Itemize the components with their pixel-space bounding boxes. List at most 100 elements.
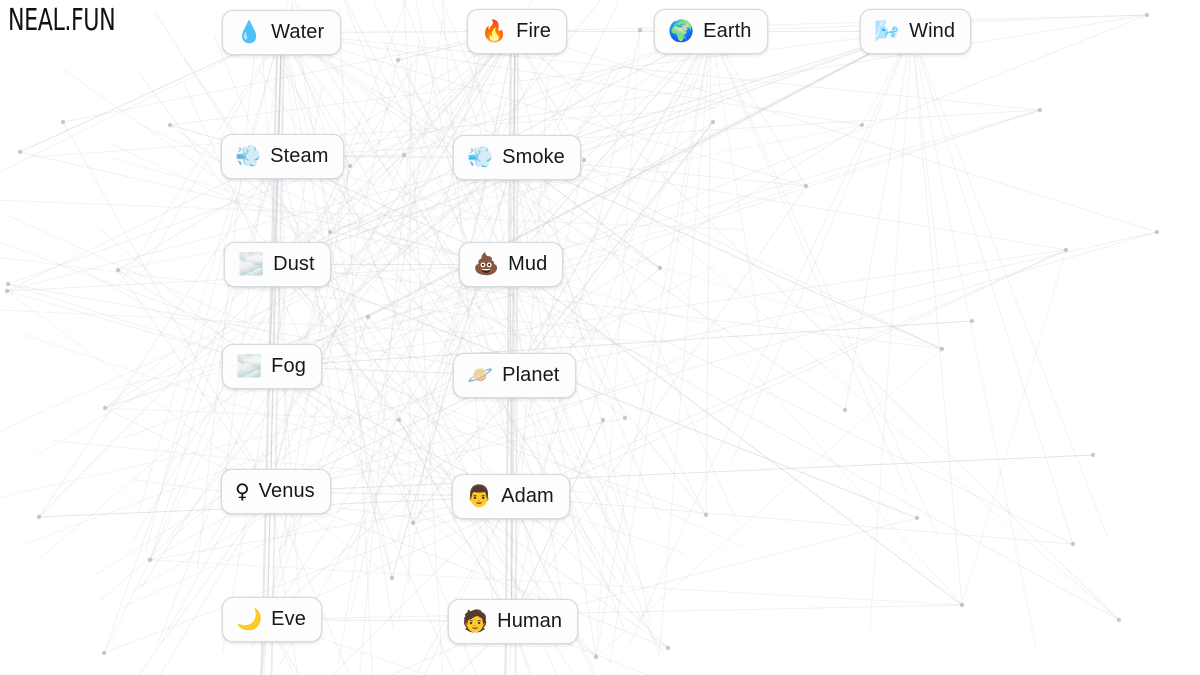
wind-face-icon: 🌬️ — [874, 19, 901, 43]
fog-dust-icon: 🌫️ — [238, 252, 265, 276]
graph-hub-dot — [60, 119, 66, 125]
infinite-craft-canvas[interactable]: NEAL.FUN 💧 Water 🔥 Fire 🌍 Earth 🌬️ Wind 💨 Steam 💨 S… — [0, 0, 1200, 675]
element-card-water[interactable]: 💧 Water — [222, 10, 341, 55]
element-label: Smoke — [502, 146, 565, 168]
element-label: Fire — [516, 20, 551, 42]
graph-hub-dot — [396, 417, 402, 423]
crescent-moon-icon: 🌙 — [236, 607, 263, 631]
element-card-adam[interactable]: 👨 Adam — [452, 474, 570, 519]
element-label: Planet — [502, 364, 560, 386]
fog-icon: 🌫️ — [236, 354, 263, 378]
graph-hub-dot — [5, 281, 11, 287]
graph-hub-dot — [1090, 452, 1096, 458]
graph-hub-dot — [401, 152, 407, 158]
element-label: Steam — [270, 145, 329, 167]
graph-hub-dot — [167, 122, 173, 128]
graph-hub-dot — [657, 265, 663, 271]
connection-line — [397, 31, 516, 625]
droplet-icon: 💧 — [236, 20, 263, 44]
graph-hub-dot — [710, 119, 716, 125]
element-card-steam[interactable]: 💨 Steam — [221, 134, 345, 179]
connection-graph — [0, 0, 1160, 675]
man-icon: 👨 — [466, 484, 493, 508]
element-card-wind[interactable]: 🌬️ Wind — [860, 9, 972, 54]
element-label: Eve — [271, 608, 306, 630]
graph-hub-dot — [703, 512, 709, 518]
graph-hub-dot — [959, 602, 965, 608]
hub-dot-layer — [4, 12, 1160, 660]
graph-hub-dot — [1070, 541, 1076, 547]
element-card-human[interactable]: 🧑 Human — [448, 599, 579, 644]
connection-line — [911, 31, 940, 276]
graph-hub-dot — [1116, 617, 1122, 623]
graph-hub-dot — [17, 149, 23, 155]
connection-line — [0, 199, 744, 230]
graph-hub-dot — [395, 57, 401, 63]
connection-line — [514, 14, 1148, 32]
element-card-venus[interactable]: ♀ Venus — [221, 469, 331, 514]
element-card-earth[interactable]: 🌍 Earth — [654, 9, 768, 54]
connection-line — [281, 32, 943, 350]
graph-hub-dot — [147, 557, 153, 563]
element-card-planet[interactable]: 🪐 Planet — [453, 353, 576, 398]
graph-hub-dot — [842, 407, 848, 413]
connection-line — [705, 31, 712, 516]
fire-icon: 🔥 — [481, 19, 508, 43]
connection-line — [710, 31, 762, 338]
graph-hub-dot — [593, 654, 599, 660]
element-label: Human — [497, 610, 563, 632]
graph-hub-dot — [637, 27, 643, 33]
graph-hub-dot — [389, 575, 395, 581]
graph-hub-dot — [1037, 107, 1043, 113]
graph-hub-dot — [1154, 229, 1160, 235]
venus-symbol-icon: ♀ — [235, 479, 250, 503]
graph-hub-dot — [622, 415, 628, 421]
element-card-eve[interactable]: 🌙 Eve — [222, 597, 322, 642]
graph-hub-dot — [1144, 12, 1150, 18]
graph-hub-dot — [665, 645, 671, 651]
element-card-mud[interactable]: 💩 Mud — [459, 242, 564, 287]
edge-layer — [0, 0, 1158, 675]
dash-smoke-icon: 💨 — [467, 145, 494, 169]
element-label: Fog — [271, 355, 306, 377]
connection-line — [844, 31, 913, 411]
connection-line — [138, 491, 271, 675]
element-card-dust[interactable]: 🌫️ Dust — [224, 242, 331, 287]
pile-of-poo-icon: 💩 — [473, 252, 500, 276]
connection-line — [103, 156, 279, 654]
graph-hub-dot — [365, 314, 371, 320]
element-card-fire[interactable]: 🔥 Fire — [467, 9, 567, 54]
connection-line — [595, 29, 641, 658]
dash-steam-icon: 💨 — [235, 144, 262, 168]
connection-line — [911, 31, 1037, 650]
element-card-fog[interactable]: 🌫️ Fog — [222, 344, 322, 389]
graph-hub-dot — [581, 157, 587, 163]
connection-line — [267, 267, 661, 620]
connection-line — [22, 333, 685, 554]
graph-hub-dot — [969, 318, 975, 324]
neal-fun-logo[interactable]: NEAL.FUN — [8, 6, 116, 36]
connection-line — [710, 31, 939, 536]
element-label: Venus — [258, 480, 315, 502]
graph-hub-dot — [914, 515, 920, 521]
connection-line — [729, 31, 913, 467]
connection-line — [278, 109, 1041, 157]
graph-hub-dot — [803, 183, 809, 189]
element-label: Earth — [703, 20, 752, 42]
element-label: Water — [271, 21, 325, 43]
graph-hub-dot — [600, 417, 606, 423]
graph-hub-dot — [410, 520, 416, 526]
graph-hub-dot — [36, 514, 42, 520]
connection-line — [267, 604, 963, 620]
graph-hub-dot — [327, 229, 333, 235]
connection-line — [961, 249, 1067, 606]
connection-line — [911, 31, 1074, 545]
element-card-smoke[interactable]: 💨 Smoke — [453, 135, 581, 180]
ringed-planet-icon: 🪐 — [467, 363, 494, 387]
element-label: Mud — [508, 253, 548, 275]
connection-line — [510, 496, 1074, 545]
graph-hub-dot — [101, 650, 107, 656]
globe-earth-icon: 🌍 — [668, 19, 695, 43]
connection-line — [583, 159, 1120, 621]
person-icon: 🧑 — [462, 609, 489, 633]
